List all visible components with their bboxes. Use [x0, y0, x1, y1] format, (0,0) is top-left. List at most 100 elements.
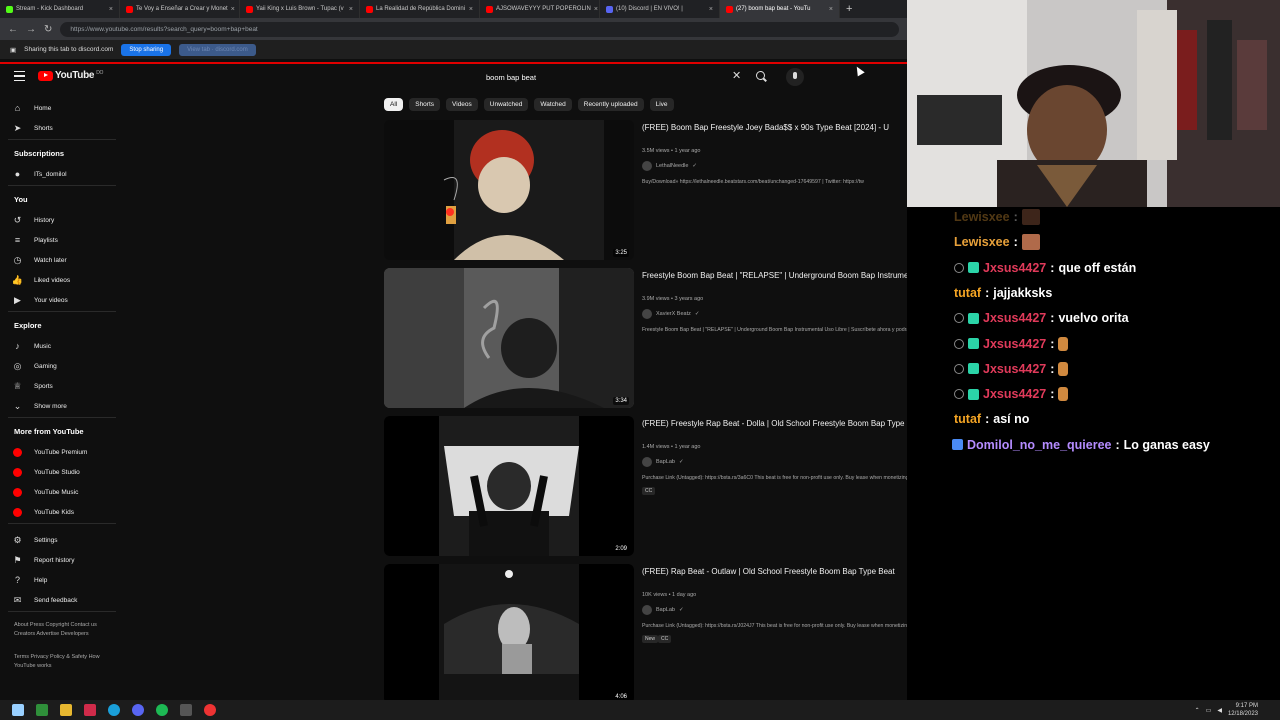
video-result[interactable]: 4:06 (FREE) Rap Beat - Outlaw | Old Schoo…: [384, 564, 1006, 704]
filter-chip-all[interactable]: All: [384, 98, 404, 111]
tool-app-icon[interactable]: [180, 704, 192, 716]
video-result[interactable]: 2:09 (FREE) Freestyle Rap Beat - Dolla | …: [384, 416, 974, 556]
more-from-youtube-heading[interactable]: More from YouTube: [14, 427, 84, 436]
sidebar-item-music[interactable]: ♪ Music: [12, 339, 51, 353]
filter-chip-shorts[interactable]: Shorts: [409, 98, 441, 111]
edge-browser-icon[interactable]: [108, 704, 120, 716]
new-tab-icon[interactable]: +: [840, 3, 858, 15]
network-icon[interactable]: ▭: [1206, 707, 1212, 714]
sidebar-item-show-more[interactable]: ⌄ Show more: [12, 399, 67, 413]
channel-avatar[interactable]: [642, 605, 652, 615]
chat-username[interactable]: tutaf: [954, 412, 981, 426]
close-tab-icon[interactable]: ×: [594, 6, 598, 13]
chat-username[interactable]: Jxsus4427: [983, 387, 1046, 401]
view-tab-button[interactable]: View tab · discord.com: [179, 43, 256, 56]
chat-username[interactable]: tutaf: [954, 286, 981, 300]
file-explorer-icon[interactable]: [60, 704, 72, 716]
video-thumbnail[interactable]: 2:09: [384, 416, 634, 556]
start-menu-icon[interactable]: [12, 704, 24, 716]
chat-username[interactable]: Jxsus4427: [983, 261, 1046, 275]
clear-search-icon[interactable]: ✕: [732, 69, 741, 82]
back-icon[interactable]: ←: [8, 24, 18, 35]
filter-chip-recently-uploaded[interactable]: Recently uploaded: [577, 98, 644, 111]
sidebar-item-send-feedback[interactable]: ✉ Send feedback: [12, 593, 78, 607]
youtube-logo[interactable]: YouTube DO: [38, 70, 103, 81]
channel-link[interactable]: LethalNeedle ✓: [642, 161, 697, 171]
sidebar-item-playlists[interactable]: ≡ Playlists: [12, 233, 58, 247]
video-result[interactable]: 3:34 Freestyle Boom Bap Beat | "RELAPSE" …: [384, 268, 974, 408]
sidebar-item-help[interactable]: ? Help: [12, 573, 47, 587]
stop-sharing-button[interactable]: Stop sharing: [121, 43, 172, 56]
close-tab-icon[interactable]: ×: [231, 6, 235, 13]
footer-links[interactable]: About Press Copyright Contact us Creator…: [14, 621, 114, 639]
url-field[interactable]: https://www.youtube.com/results?search_q…: [60, 21, 899, 37]
sidebar-item-shorts[interactable]: ➤ Shorts: [12, 121, 53, 135]
video-result[interactable]: 3:25 (FREE) Boom Bap Freestyle Joey Bada$…: [384, 120, 974, 260]
sidebar-item-home[interactable]: ⌂ Home: [12, 101, 52, 115]
channel-avatar[interactable]: [642, 457, 652, 467]
browser-tab[interactable]: AJSOWAVEYYY PUT POPEROLIN ×: [480, 0, 600, 18]
chat-username[interactable]: Jxsus4427: [983, 337, 1046, 351]
channel-avatar[interactable]: [642, 161, 652, 171]
browser-tab[interactable]: Yaii King x Luis Brown - Tupac (v ×: [240, 0, 360, 18]
close-tab-icon[interactable]: ×: [349, 6, 353, 13]
browser-tab[interactable]: Te Voy a Enseñar a Crear y Monet ×: [120, 0, 240, 18]
close-tab-icon[interactable]: ×: [709, 6, 713, 13]
filter-chip-videos[interactable]: Videos: [446, 98, 478, 111]
chat-username[interactable]: Jxsus4427: [983, 311, 1046, 325]
chrome-icon[interactable]: [204, 704, 216, 716]
sidebar-item-liked-videos[interactable]: 👍 Liked videos: [12, 273, 70, 287]
sidebar-item-gaming[interactable]: ◎ Gaming: [12, 359, 57, 373]
sidebar-item-its-domilol[interactable]: ● ITs_domilol: [12, 167, 67, 181]
footer-policy-links[interactable]: Terms Privacy Policy & Safety How YouTub…: [14, 653, 114, 671]
microphone-icon[interactable]: [786, 68, 804, 86]
sidebar-item-youtube-studio[interactable]: YouTube Studio: [12, 465, 80, 479]
hamburger-menu-icon[interactable]: [14, 71, 25, 81]
video-thumbnail[interactable]: 3:25: [384, 120, 634, 260]
subscriptions-heading[interactable]: Subscriptions: [14, 149, 64, 158]
explore-heading[interactable]: Explore: [14, 321, 42, 330]
terminal-app-icon[interactable]: [36, 704, 48, 716]
video-thumbnail[interactable]: 4:06: [384, 564, 634, 704]
browser-tab[interactable]: La Realidad de República Domini ×: [360, 0, 480, 18]
sidebar-item-youtube-music[interactable]: YouTube Music: [12, 485, 78, 499]
filter-chip-unwatched[interactable]: Unwatched: [483, 98, 529, 111]
you-heading[interactable]: You: [14, 195, 28, 204]
channel-link[interactable]: BapLab ✓: [642, 605, 684, 615]
sidebar-item-youtube-kids[interactable]: YouTube Kids: [12, 505, 74, 519]
reload-icon[interactable]: ↻: [44, 24, 52, 35]
forward-icon[interactable]: →: [26, 24, 36, 35]
close-tab-icon[interactable]: ×: [829, 6, 833, 13]
discord-icon[interactable]: [132, 704, 144, 716]
chat-username[interactable]: Domilol_no_me_quieree: [967, 438, 1112, 452]
video-thumbnail[interactable]: 3:34: [384, 268, 634, 408]
channel-link[interactable]: XavierX Beatz ✓: [642, 309, 699, 319]
close-tab-icon[interactable]: ×: [109, 6, 113, 13]
channel-name[interactable]: LethalNeedle: [656, 163, 688, 169]
chat-username[interactable]: Lewisxee: [954, 235, 1010, 249]
channel-name[interactable]: BapLab: [656, 607, 675, 613]
sidebar-item-settings[interactable]: ⚙ Settings: [12, 533, 57, 547]
channel-avatar[interactable]: [642, 309, 652, 319]
search-icon[interactable]: [756, 71, 765, 80]
filter-chip-watched[interactable]: Watched: [534, 98, 572, 111]
channel-name[interactable]: XavierX Beatz: [656, 311, 691, 317]
close-tab-icon[interactable]: ×: [469, 6, 473, 13]
sidebar-item-report-history[interactable]: ⚑ Report history: [12, 553, 74, 567]
volume-icon[interactable]: ◀: [1217, 707, 1222, 714]
chevron-up-icon[interactable]: ⌃: [1195, 707, 1200, 714]
browser-tab[interactable]: (27) boom bap beat - YouTu ×: [720, 0, 840, 18]
sidebar-item-history[interactable]: ↺ History: [12, 213, 55, 227]
app-icon[interactable]: [84, 704, 96, 716]
browser-tab[interactable]: Stream - Kick Dashboard ×: [0, 0, 120, 18]
sidebar-item-watch-later[interactable]: ◷ Watch later: [12, 253, 67, 267]
sidebar-item-your-videos[interactable]: ▶ Your videos: [12, 293, 68, 307]
clock[interactable]: 9:17 PM 12/18/2023: [1228, 702, 1258, 718]
channel-link[interactable]: BapLab ✓: [642, 457, 684, 467]
search-input[interactable]: boom bap beat: [480, 68, 750, 86]
chat-username[interactable]: Lewisxee: [954, 210, 1010, 224]
filter-chip-live[interactable]: Live: [649, 98, 674, 111]
sidebar-item-youtube-premium[interactable]: YouTube Premium: [12, 445, 87, 459]
spotify-icon[interactable]: [156, 704, 168, 716]
sidebar-item-sports[interactable]: ♕ Sports: [12, 379, 52, 393]
